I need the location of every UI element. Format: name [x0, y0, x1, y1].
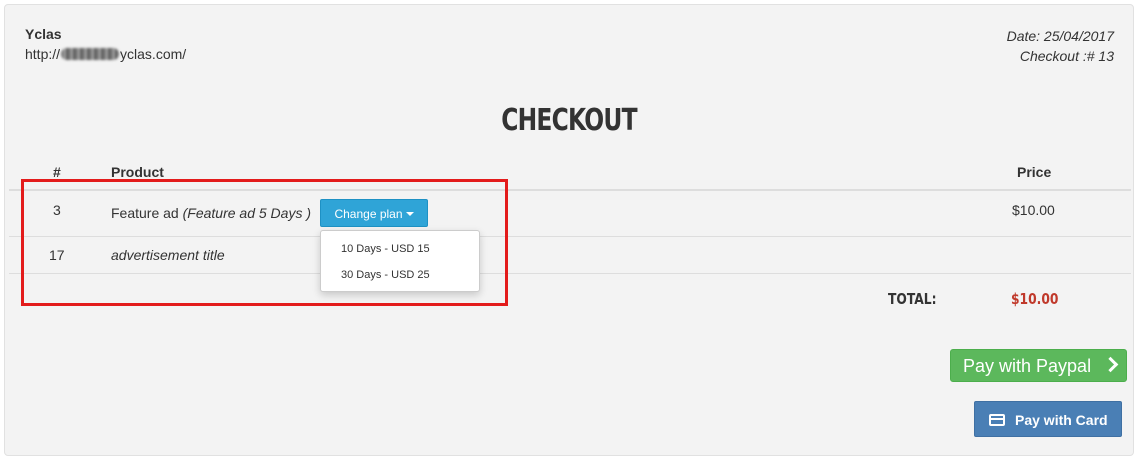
seller-url-suffix: yclas.com/ — [120, 46, 187, 62]
checkout-date: Date: 25/04/2017 — [1006, 28, 1114, 44]
seller-url[interactable]: http:// yclas.com/ — [25, 46, 186, 62]
column-header-number: # — [53, 164, 61, 180]
paypal-button-label: Pay with Paypal — [963, 356, 1092, 376]
highlight-annotation-box — [21, 179, 508, 306]
row-price: $10.00 — [1012, 202, 1055, 218]
seller-url-prefix: http:// — [25, 46, 61, 62]
card-button-label: Pay with Card — [1015, 412, 1108, 428]
checkout-number: Checkout :# 13 — [1019, 48, 1114, 64]
credit-card-icon — [989, 414, 1005, 426]
column-header-price: Price — [1017, 164, 1052, 180]
checkout-meta: Date: 25/04/2017 Checkout :# 13 — [1007, 26, 1114, 66]
pay-with-card-button[interactable]: Pay with Card — [974, 401, 1122, 437]
page-title: CHECKOUT — [501, 103, 637, 138]
checkout-panel: Yclas http:// yclas.com/ Date: 25/04/2017… — [4, 4, 1134, 456]
chevron-right-icon — [1102, 356, 1119, 373]
redacted-area — [61, 48, 120, 60]
total-value: $10.00 — [1011, 290, 1059, 308]
total-label: TOTAL: — [888, 290, 937, 308]
seller-name: Yclas — [25, 26, 62, 42]
column-header-product: Product — [111, 164, 164, 180]
pay-with-paypal-button[interactable]: Pay with Paypal — [950, 349, 1127, 382]
